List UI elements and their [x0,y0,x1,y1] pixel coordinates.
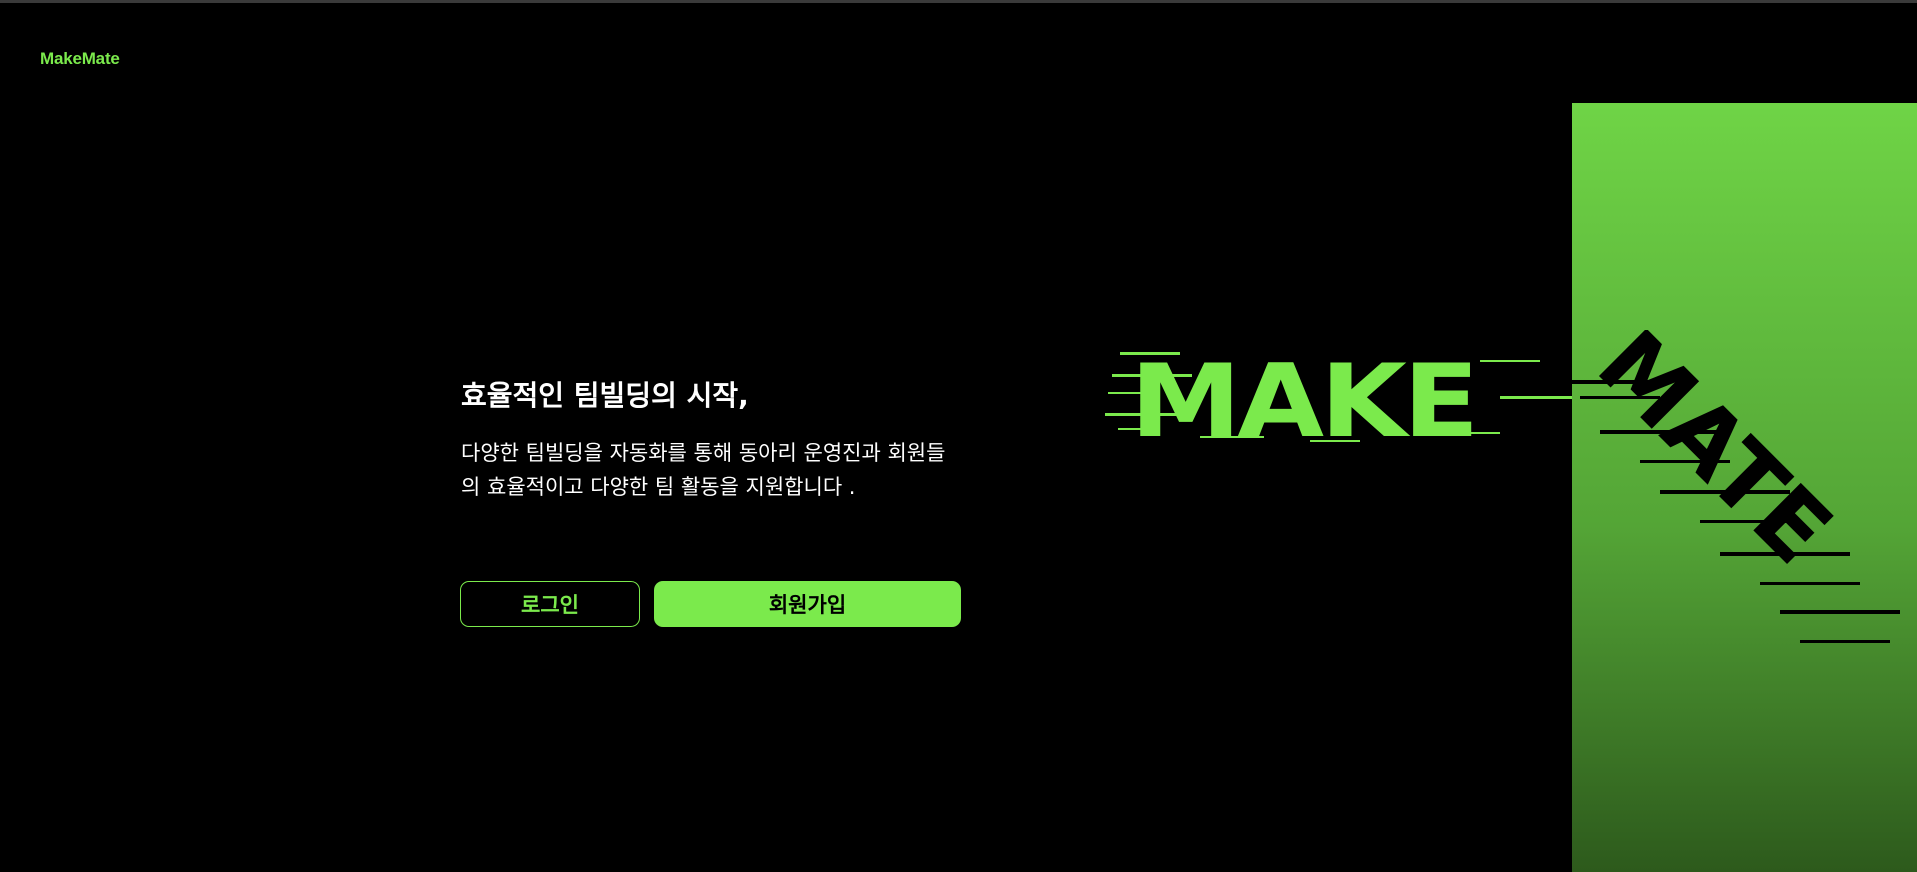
hero-section: 효율적인 팀빌딩의 시작, 다양한 팀빌딩을 자동화를 통해 동아리 운영진과 … [461,376,981,504]
hero-title: 효율적인 팀빌딩의 시작, [461,379,749,412]
makemate-glitch-logo-art: MAKE MATE [1105,330,1900,643]
art-word-mate: MATE [1577,330,1852,584]
art-word-make: MAKE [1130,343,1475,460]
logo[interactable]: MakeMate [40,49,120,69]
auth-buttons: 로그인 회원가입 [460,581,961,627]
login-button[interactable]: 로그인 [460,581,640,627]
signup-button[interactable]: 회원가입 [654,581,961,627]
window-top-border [0,0,1917,3]
hero-description: 다양한 팀빌딩을 자동화를 통해 동아리 운영진과 회원들의 효율적이고 다양한… [461,441,946,499]
